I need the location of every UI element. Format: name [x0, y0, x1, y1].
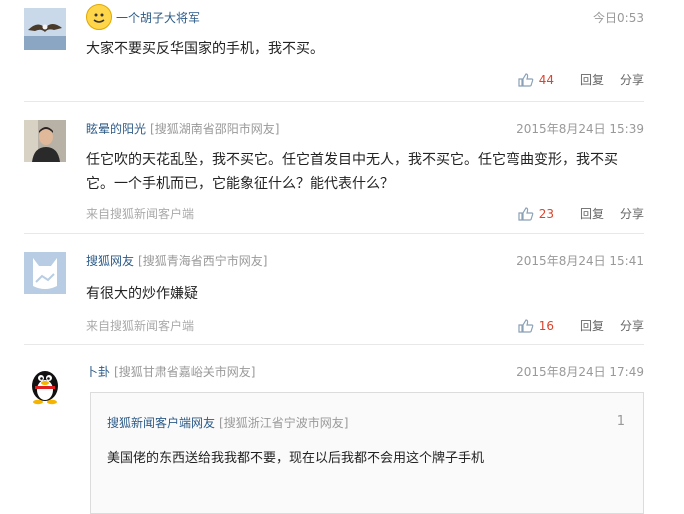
username[interactable]: 眩晕的阳光 [搜狐湖南省邵阳市网友]	[86, 120, 279, 137]
comment-source[interactable]: 来自搜狐新闻客户端	[86, 205, 194, 222]
share-button[interactable]: 分享	[620, 317, 644, 334]
thumbs-up-icon[interactable]	[518, 72, 534, 87]
user-location: [搜狐青海省西宁市网友]	[138, 254, 268, 268]
quote-floor-number: 1	[616, 414, 625, 429]
thumbs-up-icon[interactable]	[518, 318, 534, 333]
comment-actions: 44 回复 分享	[518, 71, 644, 88]
quoted-comment: 搜狐新闻客户端网友 [搜狐浙江省宁波市网友] 1 美国佬的东西送给我我都不要，现在…	[90, 392, 644, 514]
username-text[interactable]: 卜卦	[86, 365, 110, 379]
comment-actions: 23 回复 分享	[518, 205, 644, 222]
comment-actions: 16 回复 分享	[518, 317, 644, 334]
quoted-user-location: [搜狐浙江省宁波市网友]	[219, 416, 349, 430]
avatar[interactable]	[24, 363, 66, 405]
username-text[interactable]: 搜狐网友	[86, 254, 134, 268]
avatar[interactable]	[24, 120, 66, 162]
comment-time: 2015年8月24日 17:49	[516, 365, 644, 379]
comment-item: 眩晕的阳光 [搜狐湖南省邵阳市网友] 2015年8月24日 15:39 任它吹的天…	[0, 102, 684, 232]
comment-text: 有很大的炒作嫌疑	[86, 286, 198, 302]
user-badge-icon	[86, 4, 112, 30]
comment-time: 2015年8月24日 15:41	[516, 254, 644, 268]
quoted-username-text[interactable]: 搜狐新闻客户端网友	[107, 416, 215, 430]
like-count: 44	[538, 72, 554, 87]
username[interactable]: 一个胡子大将军	[116, 9, 200, 26]
reply-button[interactable]: 回复	[580, 71, 604, 88]
like-count: 16	[538, 318, 554, 333]
avatar[interactable]	[24, 252, 66, 294]
comment-time: 今日0:53	[593, 11, 644, 25]
share-button[interactable]: 分享	[620, 205, 644, 222]
username[interactable]: 卜卦 [搜狐甘肃省嘉峪关市网友]	[86, 363, 255, 380]
username[interactable]: 搜狐网友 [搜狐青海省西宁市网友]	[86, 252, 267, 269]
reply-button[interactable]: 回复	[580, 205, 604, 222]
comment-text-line: 任它吹的天花乱坠，我不买它。任它首发目中无人，我不买它。任它弯曲变形，我不买	[86, 152, 618, 168]
like-count: 23	[538, 206, 554, 221]
quoted-text: 美国佬的东西送给我我都不要，现在以后我都不会用这个牌子手机	[107, 451, 485, 466]
avatar[interactable]	[24, 8, 66, 50]
reply-button[interactable]: 回复	[580, 317, 604, 334]
username-text[interactable]: 眩晕的阳光	[86, 122, 146, 136]
comment-item: 搜狐网友 [搜狐青海省西宁市网友] 2015年8月24日 15:41 有很大的炒作…	[0, 234, 684, 344]
thumbs-up-icon[interactable]	[518, 206, 534, 221]
share-button[interactable]: 分享	[620, 71, 644, 88]
comment-text: 任它吹的天花乱坠，我不买它。任它首发目中无人，我不买它。任它弯曲变形，我不买 它…	[86, 148, 636, 196]
comment-text: 大家不要买反华国家的手机，我不买。	[86, 41, 324, 57]
user-location: [搜狐湖南省邵阳市网友]	[150, 122, 280, 136]
user-location: [搜狐甘肃省嘉峪关市网友]	[114, 365, 256, 379]
comment-text-line: 它。一个手机而已，它能象征什么？能代表什么？	[86, 176, 394, 192]
comment-item: 一个胡子大将军 今日0:53 大家不要买反华国家的手机，我不买。 44 回复 分…	[0, 0, 684, 100]
quoted-username[interactable]: 搜狐新闻客户端网友 [搜狐浙江省宁波市网友]	[107, 414, 348, 431]
comment-time: 2015年8月24日 15:39	[516, 122, 644, 136]
comment-source[interactable]: 来自搜狐新闻客户端	[86, 317, 194, 334]
